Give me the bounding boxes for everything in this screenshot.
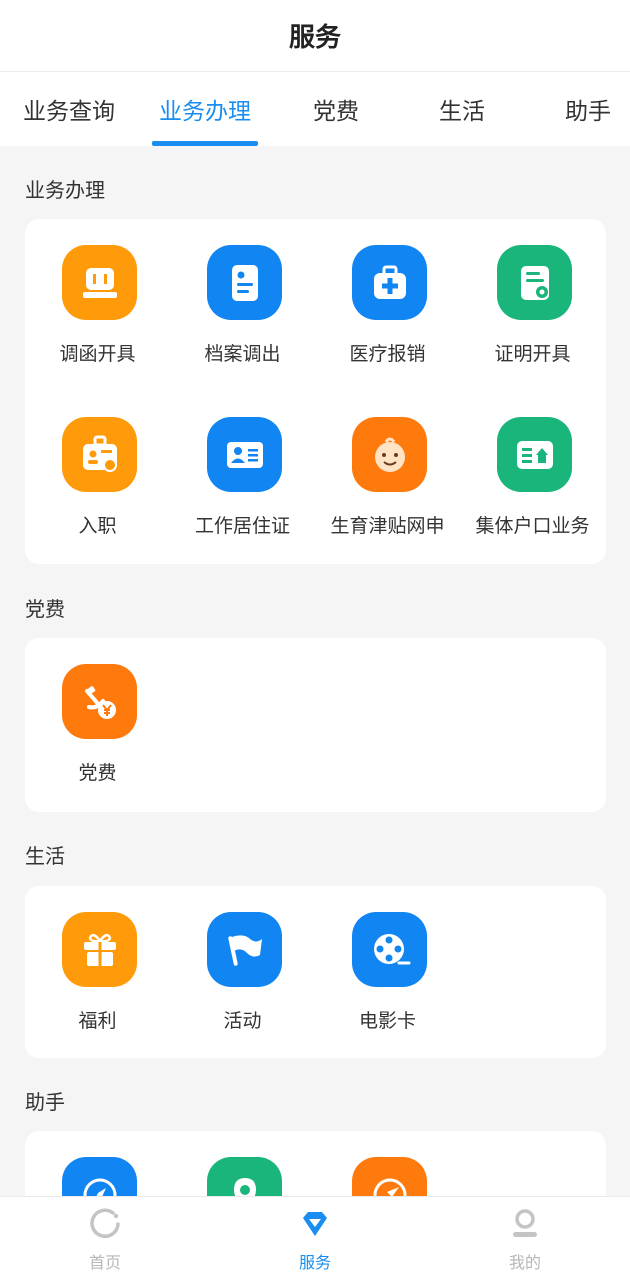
profile-icon (513, 1209, 537, 1237)
nav-label: 首页 (88, 1253, 121, 1272)
service-label: 福利 (78, 1010, 117, 1032)
tab-label: 生活 (439, 99, 485, 125)
party-fee-icon (62, 664, 137, 739)
service-item-medical-reimbursement[interactable]: 医疗报销 (315, 219, 460, 369)
certificate-icon (497, 245, 572, 320)
tab-label: 业务办理 (159, 99, 251, 125)
service-item-certificate[interactable]: 证明开具 (460, 219, 605, 369)
service-label: 档案调出 (204, 343, 281, 365)
service-label: 党费 (78, 762, 117, 784)
service-item-transfer-letter[interactable]: 调函开具 (25, 219, 170, 369)
document-file-icon (207, 245, 282, 320)
life-card: 福利 活动 电影卡 (25, 886, 606, 1058)
medical-kit-icon (352, 245, 427, 320)
id-card-icon (207, 417, 282, 492)
tab-business-handling[interactable]: 业务办理 (152, 72, 258, 146)
service-item-welfare[interactable]: 福利 (25, 886, 170, 1036)
service-label: 生育津贴网申 (330, 515, 445, 537)
service-label: 集体户口业务 (475, 515, 590, 537)
section-title-assistant: 助手 (25, 1090, 65, 1114)
service-item-archive-transfer[interactable]: 档案调出 (170, 219, 315, 369)
business-card: 调函开具 档案调出 医疗报销 证明开具 入职 工作居住证 生育津贴网申 集体户口… (25, 219, 606, 564)
tab-assistant[interactable]: 助手 (548, 72, 628, 146)
household-icon (497, 417, 572, 492)
app-header: 服务 (0, 0, 630, 72)
service-item-onboarding[interactable]: 入职 (25, 391, 170, 541)
location-pin-icon (207, 1157, 282, 1196)
flag-icon (207, 912, 282, 987)
tab-business-query[interactable]: 业务查询 (10, 72, 128, 146)
service-icon (303, 1212, 327, 1236)
badge-card-icon (62, 417, 137, 492)
compass-icon (62, 1157, 137, 1196)
home-icon (90, 1208, 120, 1238)
service-label: 证明开具 (494, 343, 571, 365)
section-title-party: 党费 (25, 597, 65, 621)
service-item-collective-household[interactable]: 集体户口业务 (460, 391, 605, 541)
service-item-party-fee[interactable]: 党费 (25, 638, 170, 788)
assistant-card (25, 1131, 606, 1196)
letter-stamp-icon (62, 245, 137, 320)
tab-bar: 业务查询 业务办理 党费 生活 助手 (0, 72, 630, 146)
nav-label: 服务 (298, 1253, 331, 1272)
service-item-work-residence-permit[interactable]: 工作居住证 (170, 391, 315, 541)
service-label: 调函开具 (59, 343, 136, 365)
gift-icon (62, 912, 137, 987)
tab-label: 助手 (565, 99, 611, 125)
party-card: 党费 (25, 638, 606, 812)
tab-party-fee[interactable]: 党费 (296, 72, 376, 146)
service-label: 工作居住证 (194, 515, 290, 537)
bottom-navigation: 首页 服务 我的 (0, 1196, 630, 1280)
tab-label: 党费 (313, 99, 359, 125)
tab-label: 业务查询 (23, 99, 115, 125)
service-label: 活动 (223, 1010, 262, 1032)
nav-label: 我的 (508, 1253, 541, 1272)
nav-item-profile[interactable]: 我的 (420, 1197, 630, 1280)
nav-item-service[interactable]: 服务 (210, 1197, 420, 1280)
film-reel-icon (352, 912, 427, 987)
navigation-icon (352, 1157, 427, 1196)
service-item-maternity-allowance[interactable]: 生育津贴网申 (315, 391, 460, 541)
section-title-life: 生活 (25, 844, 65, 868)
page-title: 服务 (288, 23, 341, 53)
tab-life[interactable]: 生活 (422, 72, 502, 146)
section-title-business: 业务办理 (25, 178, 105, 202)
service-label: 电影卡 (358, 1010, 416, 1032)
service-item-movie-card[interactable]: 电影卡 (315, 886, 460, 1036)
assistant-item-compass[interactable] (25, 1131, 170, 1196)
nav-item-home[interactable]: 首页 (0, 1197, 210, 1280)
service-content[interactable]: 业务办理 调函开具 档案调出 医疗报销 证明开具 入职 工作居住证 生育津贴网申… (0, 146, 630, 1196)
baby-face-icon (352, 417, 427, 492)
service-label: 医疗报销 (349, 343, 426, 365)
service-label: 入职 (78, 515, 117, 537)
assistant-item-navigation[interactable] (315, 1131, 460, 1196)
service-item-activity[interactable]: 活动 (170, 886, 315, 1036)
assistant-item-location[interactable] (170, 1131, 315, 1196)
